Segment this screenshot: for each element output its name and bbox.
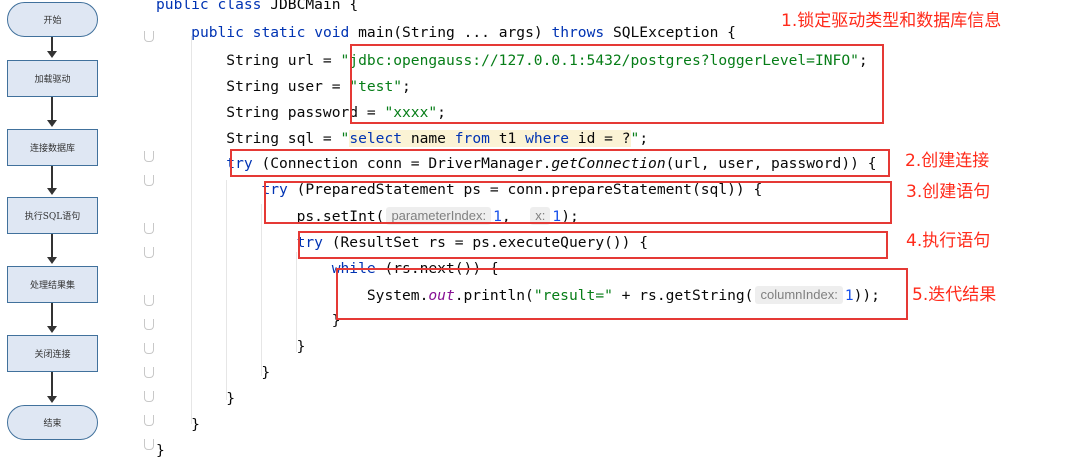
flow-step-close: 关闭连接 — [7, 335, 98, 372]
sql-keyword: from — [454, 130, 490, 147]
annotation-step-2: 2.创建连接 — [905, 151, 990, 171]
code-text: String user = — [156, 78, 350, 95]
code-line[interactable]: String sql = "select name from t1 where … — [156, 127, 648, 151]
sql-keyword: where — [525, 130, 569, 147]
flow-step-load-driver: 加载驱动 — [7, 60, 98, 97]
keyword: void — [314, 24, 350, 41]
highlight-box-driver-info — [350, 44, 884, 124]
code-editor: public class JDBCMain { public static vo… — [140, 0, 1080, 461]
fold-marker-icon[interactable] — [144, 439, 154, 450]
closing-brace: } — [156, 442, 165, 459]
flow-arrow — [47, 372, 57, 403]
flow-step-process-result: 处理结果集 — [7, 266, 98, 303]
code-text: JDBCMain { — [261, 0, 359, 13]
code-text: String url = — [156, 52, 341, 69]
code-text: String sql = — [156, 130, 341, 147]
fold-marker-icon[interactable] — [144, 175, 154, 186]
flow-step-execute-sql: 执行SQL语句 — [7, 197, 98, 234]
string-literal: " — [630, 130, 640, 147]
closing-brace: } — [156, 338, 306, 355]
annotation-step-4: 4.执行语句 — [906, 231, 991, 251]
sql-keyword: select — [349, 130, 403, 147]
annotation-step-1: 1.锁定驱动类型和数据库信息 — [781, 11, 1002, 31]
code-text: main(String ... args) — [349, 24, 552, 41]
code-line[interactable]: public class JDBCMain { — [156, 0, 358, 17]
highlight-box-iterate — [336, 268, 908, 320]
fold-marker-icon[interactable] — [144, 247, 154, 258]
keyword: static — [252, 24, 306, 41]
sql-text: t1 — [489, 130, 526, 147]
fold-marker-icon[interactable] — [144, 319, 154, 330]
code-line[interactable]: public static void main(String ... args)… — [156, 21, 736, 45]
code-line[interactable]: } — [156, 439, 165, 463]
annotation-step-5: 5.迭代结果 — [912, 285, 997, 305]
fold-marker-icon[interactable] — [144, 223, 154, 234]
flow-end: 结束 — [7, 405, 98, 440]
fold-marker-icon[interactable] — [144, 367, 154, 378]
sql-text: name — [402, 130, 455, 147]
code-line[interactable]: } — [156, 387, 235, 411]
fold-marker-icon[interactable] — [144, 391, 154, 402]
closing-brace: } — [156, 312, 341, 329]
annotation-step-3: 3.创建语句 — [906, 182, 991, 202]
flow-arrow — [47, 97, 57, 127]
closing-brace: } — [156, 416, 200, 433]
string-literal: " — [340, 130, 350, 147]
sql-text: id = ? — [569, 130, 631, 147]
fold-marker-icon[interactable] — [144, 343, 154, 354]
code-text: SQLException { — [604, 24, 736, 41]
flow-start: 开始 — [7, 2, 98, 37]
fold-marker-icon[interactable] — [144, 31, 154, 42]
flow-arrow — [47, 166, 57, 195]
fold-marker-icon[interactable] — [144, 295, 154, 306]
code-text: ; — [639, 130, 649, 147]
code-line[interactable]: } — [156, 335, 306, 359]
highlight-box-statement — [264, 181, 892, 224]
flow-step-connect: 连接数据库 — [7, 129, 98, 166]
keyword: throws — [551, 24, 605, 41]
keyword: class — [217, 0, 262, 13]
fold-marker-icon[interactable] — [144, 151, 154, 162]
flow-arrow — [47, 303, 57, 333]
code-line[interactable]: } — [156, 309, 341, 333]
keyword: public — [156, 0, 209, 13]
highlight-box-connection — [230, 149, 890, 177]
flowchart: 开始 加载驱动 连接数据库 执行SQL语句 处理结果集 关闭连接 结束 — [0, 0, 110, 461]
closing-brace: } — [156, 364, 271, 381]
highlight-box-execute — [298, 231, 888, 259]
closing-brace: } — [156, 390, 236, 407]
flow-arrow — [47, 234, 57, 264]
code-line[interactable]: } — [156, 413, 200, 437]
code-line[interactable]: } — [156, 361, 270, 385]
flow-arrow — [47, 37, 57, 58]
keyword: public — [191, 24, 244, 41]
fold-marker-icon[interactable] — [144, 415, 154, 426]
